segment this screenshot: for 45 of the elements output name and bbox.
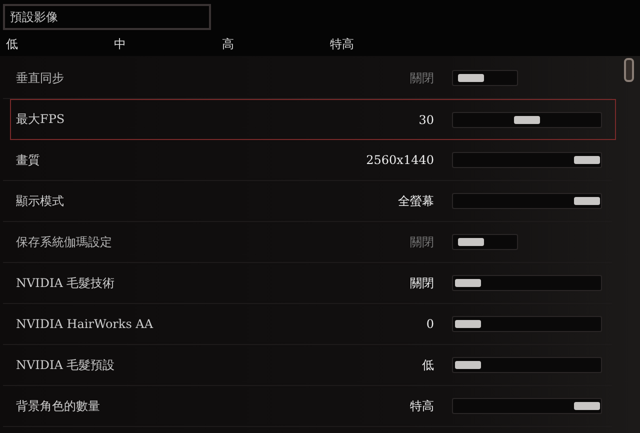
setting-value: 關閉 bbox=[409, 274, 434, 292]
setting-value: 全螢幕 bbox=[397, 192, 434, 210]
slider-track[interactable] bbox=[452, 152, 602, 168]
preset-option[interactable]: 中 bbox=[114, 36, 126, 53]
setting-row[interactable]: NVIDIA HairWorks AA 0 bbox=[3, 304, 612, 345]
slider-thumb[interactable] bbox=[455, 320, 481, 328]
setting-row[interactable]: NVIDIA 毛髮預設 低 bbox=[3, 345, 612, 386]
preset-option[interactable]: 特高 bbox=[330, 36, 354, 53]
setting-value: 特高 bbox=[409, 398, 434, 414]
setting-label: 最大FPS bbox=[16, 111, 66, 128]
setting-value: 關閉 bbox=[409, 234, 434, 250]
setting-label: 顯示模式 bbox=[16, 192, 65, 210]
setting-label: 保存系統伽瑪設定 bbox=[16, 234, 113, 250]
preset-field[interactable]: 預設影像 bbox=[3, 4, 211, 30]
scrollbar-thumb[interactable] bbox=[624, 58, 634, 82]
slider-thumb[interactable] bbox=[514, 116, 540, 124]
setting-row[interactable]: 背景角色的數量 特高 bbox=[3, 386, 612, 427]
slider-track[interactable] bbox=[452, 112, 602, 128]
setting-value: 關閉 bbox=[409, 70, 434, 86]
setting-label: 背景角色的數量 bbox=[16, 398, 101, 414]
setting-value: 0 bbox=[425, 317, 434, 331]
setting-label: NVIDIA 毛髮技術 bbox=[16, 274, 116, 292]
setting-row[interactable]: NVIDIA 毛髮技術 關閉 bbox=[3, 263, 612, 304]
setting-value: 低 bbox=[421, 356, 434, 374]
slider-track[interactable] bbox=[452, 357, 602, 373]
selected-setting-row[interactable]: 最大FPS 30 bbox=[10, 99, 616, 140]
slider-track[interactable] bbox=[452, 398, 602, 414]
slider-thumb[interactable] bbox=[455, 361, 481, 369]
preset-option[interactable]: 高 bbox=[222, 36, 234, 53]
slider-track[interactable] bbox=[452, 193, 602, 209]
setting-row[interactable]: 畫質 2560x1440 bbox=[3, 140, 612, 181]
slider-thumb[interactable] bbox=[574, 156, 600, 164]
preset-option[interactable]: 低 bbox=[6, 36, 18, 53]
setting-label: NVIDIA 毛髮預設 bbox=[16, 356, 116, 374]
setting-row[interactable]: 顯示模式 全螢幕 bbox=[3, 181, 612, 222]
slider-track[interactable] bbox=[452, 316, 602, 332]
slider-thumb[interactable] bbox=[574, 402, 600, 410]
setting-label: 畫質 bbox=[16, 152, 41, 168]
slider-thumb[interactable] bbox=[455, 279, 481, 287]
setting-label: NVIDIA HairWorks AA bbox=[16, 317, 154, 331]
setting-label: 垂直同步 bbox=[16, 70, 65, 86]
setting-value: 30 bbox=[418, 112, 434, 126]
slider-thumb[interactable] bbox=[574, 197, 600, 205]
slider-track[interactable] bbox=[452, 275, 602, 291]
setting-value: 2560x1440 bbox=[365, 153, 434, 167]
